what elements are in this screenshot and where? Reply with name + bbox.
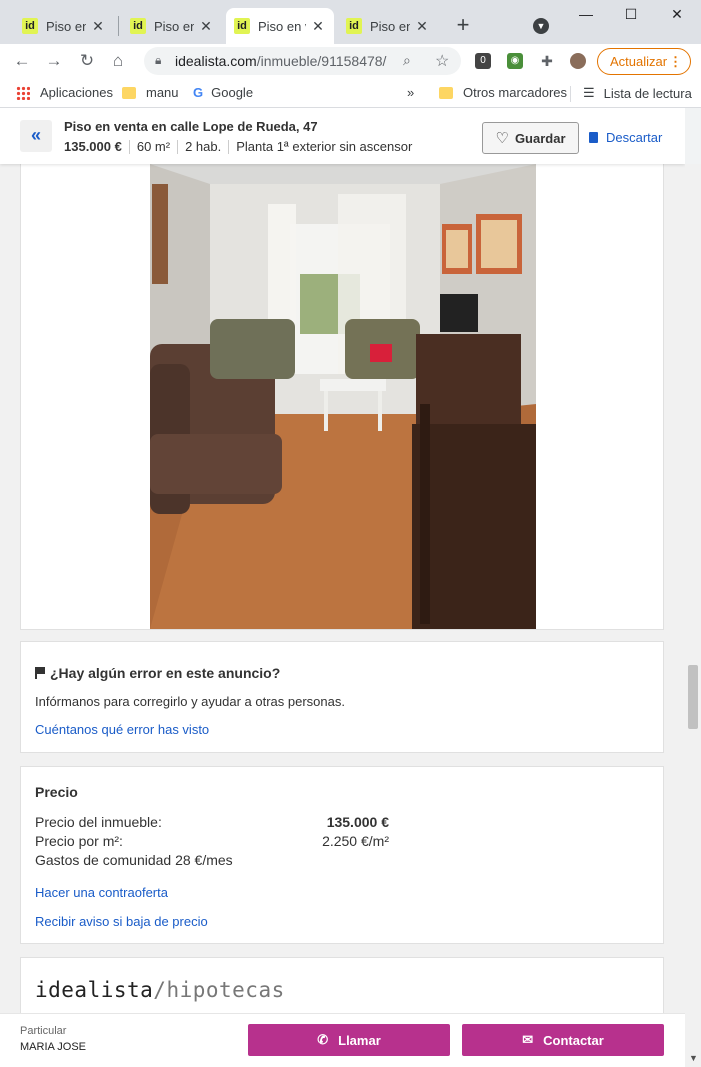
back-arrow-icon[interactable]: ← [11,50,33,72]
save-button[interactable]: ♡ Guardar [482,122,579,154]
minimize-window-icon[interactable]: — [576,6,596,26]
report-error-text: Infórmanos para corregirlo y ayudar a ot… [35,694,345,709]
idealista-favicon-icon: id [234,18,250,34]
back-chevrons-icon[interactable]: « [20,120,52,152]
seller-type: Particular [20,1025,67,1037]
listing-floor: Planta 1ª exterior sin ascensor [236,139,413,154]
bookmarks-bar: Aplicaciones manu G Google » Otros marca… [0,78,701,108]
bookmark-other[interactable]: Otros marcadores [439,85,567,100]
chat-icon: ✉ [522,1032,534,1047]
bookmark-google[interactable]: G Google [193,85,253,100]
listing-price: 135.000 € [64,139,122,154]
new-tab-plus-icon[interactable]: + [452,14,474,37]
tab-title: Piso en v [370,18,410,34]
folder-icon [439,86,453,99]
browser-toolbar: ← → ↻ ⌂ 🔒︎ idealista.com/inmueble/911584… [0,44,701,78]
tab-title: Piso en v [46,18,86,34]
price-value: 135.000 € [326,814,389,830]
browser-tab[interactable]: id Piso en v ✕ [338,8,438,44]
bookmark-separator [570,86,571,102]
url-text: idealista.com/inmueble/91158478/ [175,53,387,69]
bookmark-star-icon[interactable]: ☆ [435,51,449,71]
price-card: Precio Precio del inmueble: 135.000 € Pr… [20,766,664,944]
tab-title: Piso en v [154,18,194,34]
listing-photo[interactable] [150,164,536,629]
idealista-favicon-icon: id [130,18,146,34]
idealista-hipotecas-logo: idealista/hipotecas [35,978,285,1002]
tab-strip: id Piso en v ✕ id Piso en v ✕ id Piso en… [0,0,701,44]
extensions-puzzle-icon[interactable]: ✚ [539,53,555,69]
price-label: Precio del inmueble: [35,814,162,830]
flag-icon [35,667,45,679]
price-per-m2-row: Precio por m²: 2.250 €/m² [35,833,389,849]
browser-tab[interactable]: id Piso en v ✕ [14,8,114,44]
tab-search-chevron-icon[interactable]: ▼ [533,18,549,34]
tab-separator [118,16,119,36]
heart-icon: ♡ [495,130,509,147]
listing-sticky-header: « Piso en venta en calle Lope de Rueda, … [0,108,685,164]
contact-footer-bar: Particular MARIA JOSE ✆ Llamar ✉ Contact… [0,1013,685,1067]
listing-summary: 135.000 € 60 m² 2 hab. Planta 1ª exterio… [64,139,412,154]
maximize-window-icon[interactable]: ☐ [621,6,641,26]
contact-button[interactable]: ✉ Contactar [462,1024,664,1056]
bookmark-manu[interactable]: manu [122,85,179,100]
phone-icon: ✆ [317,1032,329,1047]
home-icon[interactable]: ⌂ [107,50,129,72]
close-tab-icon[interactable]: ✕ [414,18,430,35]
listing-area: 60 m² [136,139,171,154]
reload-icon[interactable]: ↻ [76,50,98,72]
reading-list-icon: ☰ [583,85,595,100]
forward-arrow-icon[interactable]: → [43,50,65,72]
living-room-photo [150,164,536,629]
profile-avatar[interactable] [570,53,586,69]
price-per-m2-label: Precio por m²: [35,833,123,849]
listing-title: Piso en venta en calle Lope de Rueda, 47 [64,119,318,134]
close-tab-icon[interactable]: ✕ [310,18,326,35]
scrollbar-thumb[interactable] [688,665,698,729]
update-button[interactable]: Actualizar ⋮ [597,48,691,75]
discard-button[interactable]: Descartar [589,130,662,145]
tab-title: Piso en v [258,18,306,34]
menu-dots-icon: ⋮ [669,54,682,69]
idealista-favicon-icon: id [346,18,362,34]
price-alert-link[interactable]: Recibir aviso si baja de precio [35,914,208,929]
extension-green-icon[interactable]: ◉ [507,53,523,69]
property-price-row: Precio del inmueble: 135.000 € [35,814,389,830]
idealista-favicon-icon: id [22,18,38,34]
browser-tab[interactable]: id Piso en v ✕ [122,8,222,44]
close-tab-icon[interactable]: ✕ [90,18,106,35]
extension-zero-icon[interactable]: 0 [475,53,491,69]
apps-grid-icon [16,85,30,100]
lock-icon: 🔒︎ [155,53,162,67]
price-heading: Precio [35,784,78,800]
report-error-link[interactable]: Cuéntanos qué error has visto [35,722,209,737]
price-per-m2-value: 2.250 €/m² [322,833,389,849]
photo-card [20,148,664,630]
search-icon[interactable]: ⌕ [403,52,411,69]
divider [177,139,179,154]
google-icon: G [193,85,204,100]
browser-tab-active[interactable]: id Piso en v ✕ [226,8,334,44]
page-scrollbar[interactable]: ▼ [685,164,701,1067]
page-content: « Piso en venta en calle Lope de Rueda, … [0,108,685,1067]
report-error-card: ¿Hay algún error en este anuncio? Infórm… [20,641,664,753]
seller-name: MARIA JOSE [20,1041,87,1053]
listing-rooms: 2 hab. [185,139,222,154]
community-fees: Gastos de comunidad 28 €/mes [35,852,233,868]
close-tab-icon[interactable]: ✕ [198,18,214,35]
close-window-icon[interactable]: ✕ [667,6,687,26]
address-bar[interactable]: 🔒︎ idealista.com/inmueble/91158478/ ⌕ ☆ [144,47,461,75]
report-error-heading: ¿Hay algún error en este anuncio? [35,665,280,681]
divider [128,139,130,154]
trash-icon [589,132,598,143]
folder-icon [122,86,136,99]
divider [228,139,230,154]
scroll-down-arrow-icon[interactable]: ▼ [689,1053,698,1063]
bookmark-apps[interactable]: Aplicaciones [16,85,113,100]
counteroffer-link[interactable]: Hacer una contraoferta [35,885,168,900]
call-button[interactable]: ✆ Llamar [248,1024,450,1056]
reading-list[interactable]: ☰ Lista de lectura [583,85,692,101]
more-bookmarks-chevron-icon[interactable]: » [407,85,414,100]
